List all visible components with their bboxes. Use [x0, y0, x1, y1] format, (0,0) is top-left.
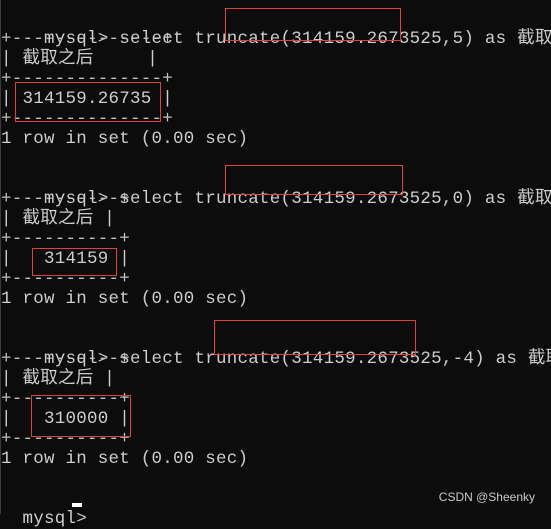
highlight-argument-box [225, 165, 403, 195]
highlight-value-box [15, 82, 161, 122]
highlight-argument-box [225, 8, 401, 41]
prompt: mysql> [22, 509, 98, 529]
table-border-mid: +----------+ [1, 229, 131, 249]
table-border-top: +----------+ [1, 189, 131, 209]
table-header-row: | 截取之后 | [1, 209, 116, 229]
result-footer: 1 row in set (0.00 sec) [1, 449, 249, 469]
highlight-value-box [31, 395, 131, 437]
highlight-argument-box [214, 320, 416, 355]
result-footer: 1 row in set (0.00 sec) [1, 289, 249, 309]
table-header-row: | 截取之后 | [1, 369, 116, 389]
table-border-top: +--------------+ [1, 29, 174, 49]
text-cursor [72, 503, 82, 507]
table-border-top: +----------+ [1, 349, 131, 369]
highlight-value-box [32, 248, 117, 276]
final-prompt-line[interactable]: mysql> [1, 489, 98, 529]
table-header-row: | 截取之后 | [1, 49, 159, 69]
watermark: CSDN @Sheenky [438, 490, 535, 504]
result-footer: 1 row in set (0.00 sec) [1, 129, 249, 149]
